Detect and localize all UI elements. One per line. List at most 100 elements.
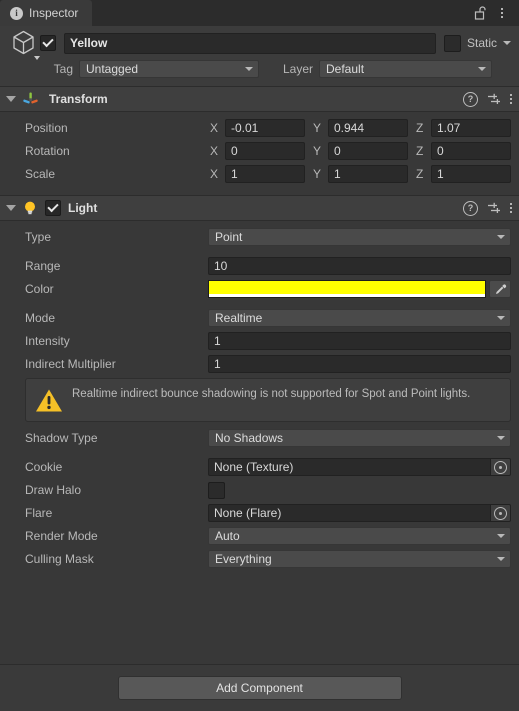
cube-icon[interactable] bbox=[10, 29, 40, 60]
light-range-input[interactable]: 10 bbox=[208, 257, 511, 275]
position-z-input[interactable]: 1.07 bbox=[431, 119, 511, 137]
eyedropper-icon[interactable] bbox=[489, 280, 511, 298]
transform-body: Position X -0.01 Y 0.944 Z 1.07 Rotation bbox=[0, 112, 519, 195]
chevron-down-icon bbox=[497, 316, 505, 320]
light-indirect-input[interactable]: 1 bbox=[208, 355, 511, 373]
transform-foldout-icon[interactable] bbox=[6, 96, 16, 102]
kebab-menu-icon[interactable] bbox=[510, 203, 512, 213]
cookie-object-picker-icon[interactable] bbox=[491, 458, 511, 476]
light-rendermode-value: Auto bbox=[215, 529, 240, 543]
scale-y-input[interactable]: 1 bbox=[328, 165, 408, 183]
color-swatch[interactable] bbox=[208, 280, 486, 298]
gameobject-name-input[interactable]: Yellow bbox=[64, 32, 436, 54]
add-component-button[interactable]: Add Component bbox=[117, 676, 402, 700]
rotation-z-value: 0 bbox=[437, 144, 444, 158]
light-type-dropdown[interactable]: Point bbox=[208, 228, 511, 246]
kebab-menu-icon[interactable] bbox=[510, 94, 512, 104]
rotation-x-input[interactable]: 0 bbox=[225, 142, 305, 160]
light-cullingmask-row: Culling Mask Everything bbox=[0, 549, 519, 569]
rotation-z-input[interactable]: 0 bbox=[431, 142, 511, 160]
light-intensity-label: Intensity bbox=[25, 334, 70, 348]
picker-ring bbox=[494, 506, 507, 520]
light-cullingmask-label: Culling Mask bbox=[25, 552, 94, 566]
tab-inspector-label: Inspector bbox=[29, 6, 79, 20]
light-color-field[interactable] bbox=[208, 280, 511, 298]
rotation-y-input[interactable]: 0 bbox=[328, 142, 408, 160]
scale-x-value: 1 bbox=[231, 167, 238, 181]
position-y-input[interactable]: 0.944 bbox=[328, 119, 408, 137]
axis-y-label: Y bbox=[313, 121, 322, 135]
light-title: Light bbox=[68, 201, 98, 215]
layer-label: Layer bbox=[282, 62, 313, 76]
layer-dropdown[interactable]: Default bbox=[319, 60, 492, 78]
preset-settings-icon[interactable] bbox=[487, 201, 501, 215]
add-component-label: Add Component bbox=[216, 681, 303, 695]
flare-object-picker-icon[interactable] bbox=[491, 504, 511, 522]
component-header-transform[interactable]: Transform ? bbox=[0, 86, 519, 112]
light-foldout-icon[interactable] bbox=[6, 205, 16, 211]
gameobject-name-value: Yellow bbox=[70, 36, 108, 50]
gameobject-header: Yellow Static Tag Untagged Layer Default bbox=[0, 26, 519, 86]
light-mode-dropdown[interactable]: Realtime bbox=[208, 309, 511, 327]
lock-open-icon[interactable] bbox=[470, 3, 490, 23]
light-warning-helpbox: Realtime indirect bounce shadowing is no… bbox=[25, 378, 511, 422]
component-header-light[interactable]: Light ? bbox=[0, 195, 519, 221]
light-range-row: Range 10 bbox=[0, 256, 519, 276]
light-type-label: Type bbox=[25, 230, 52, 244]
light-enabled-checkbox[interactable] bbox=[45, 200, 61, 216]
tab-inspector[interactable]: i Inspector bbox=[0, 0, 93, 26]
light-flare-row: Flare None (Flare) bbox=[0, 503, 519, 523]
scale-x-input[interactable]: 1 bbox=[225, 165, 305, 183]
gameobject-enabled-checkbox[interactable] bbox=[40, 35, 56, 51]
light-warning-text: Realtime indirect bounce shadowing is no… bbox=[72, 388, 471, 400]
inspector-window: i Inspector Yellow Static Tag Untagged L… bbox=[0, 0, 519, 711]
position-label: Position bbox=[25, 121, 68, 135]
position-x-value: -0.01 bbox=[231, 121, 259, 135]
light-shadowtype-dropdown[interactable]: No Shadows bbox=[208, 429, 511, 447]
light-rendermode-dropdown[interactable]: Auto bbox=[208, 527, 511, 545]
position-y: Y 0.944 bbox=[311, 119, 408, 137]
static-checkbox[interactable] bbox=[443, 34, 461, 52]
kebab-menu-icon[interactable] bbox=[492, 3, 512, 23]
rotation-z: Z 0 bbox=[414, 142, 511, 160]
position-z-value: 1.07 bbox=[437, 121, 461, 135]
scale-z-input[interactable]: 1 bbox=[431, 165, 511, 183]
light-color-label: Color bbox=[25, 282, 54, 296]
light-color-row: Color bbox=[0, 279, 519, 299]
help-icon[interactable]: ? bbox=[463, 200, 478, 216]
preset-settings-icon[interactable] bbox=[487, 92, 501, 106]
light-cookie-input[interactable]: None (Texture) bbox=[208, 458, 491, 476]
chevron-down-icon bbox=[245, 67, 253, 71]
light-cookie-field[interactable]: None (Texture) bbox=[208, 458, 511, 476]
help-icon[interactable]: ? bbox=[463, 91, 478, 107]
axis-z-label: Z bbox=[416, 144, 424, 158]
light-intensity-value: 1 bbox=[214, 334, 221, 348]
static-label: Static bbox=[466, 36, 497, 50]
light-flare-field[interactable]: None (Flare) bbox=[208, 504, 511, 522]
cube-dropdown-caret[interactable] bbox=[34, 56, 40, 60]
light-shadowtype-label: Shadow Type bbox=[25, 431, 98, 445]
axis-x-label: X bbox=[210, 121, 219, 135]
light-cookie-value: None (Texture) bbox=[214, 460, 294, 474]
transform-gizmo-icon bbox=[22, 91, 39, 108]
rotation-x-value: 0 bbox=[231, 144, 238, 158]
position-x: X -0.01 bbox=[208, 119, 305, 137]
static-chevron-down-icon[interactable] bbox=[503, 41, 511, 45]
light-intensity-input[interactable]: 1 bbox=[208, 332, 511, 350]
light-drawhalo-checkbox[interactable] bbox=[208, 481, 225, 499]
tag-dropdown[interactable]: Untagged bbox=[79, 60, 259, 78]
tag-layer-row: Tag Untagged Layer Default bbox=[8, 59, 511, 79]
rotation-label: Rotation bbox=[25, 144, 70, 158]
light-cullingmask-dropdown[interactable]: Everything bbox=[208, 550, 511, 568]
light-drawhalo-row: Draw Halo bbox=[0, 480, 519, 500]
tag-value: Untagged bbox=[86, 62, 139, 76]
light-type-row: Type Point bbox=[0, 227, 519, 247]
position-x-input[interactable]: -0.01 bbox=[225, 119, 305, 137]
light-flare-input[interactable]: None (Flare) bbox=[208, 504, 491, 522]
axis-x-label: X bbox=[210, 167, 219, 181]
position-z: Z 1.07 bbox=[414, 119, 511, 137]
light-indirect-row: Indirect Multiplier 1 bbox=[0, 354, 519, 374]
chevron-down-icon bbox=[497, 235, 505, 239]
info-icon: i bbox=[10, 6, 23, 20]
axis-z-label: Z bbox=[416, 167, 424, 181]
